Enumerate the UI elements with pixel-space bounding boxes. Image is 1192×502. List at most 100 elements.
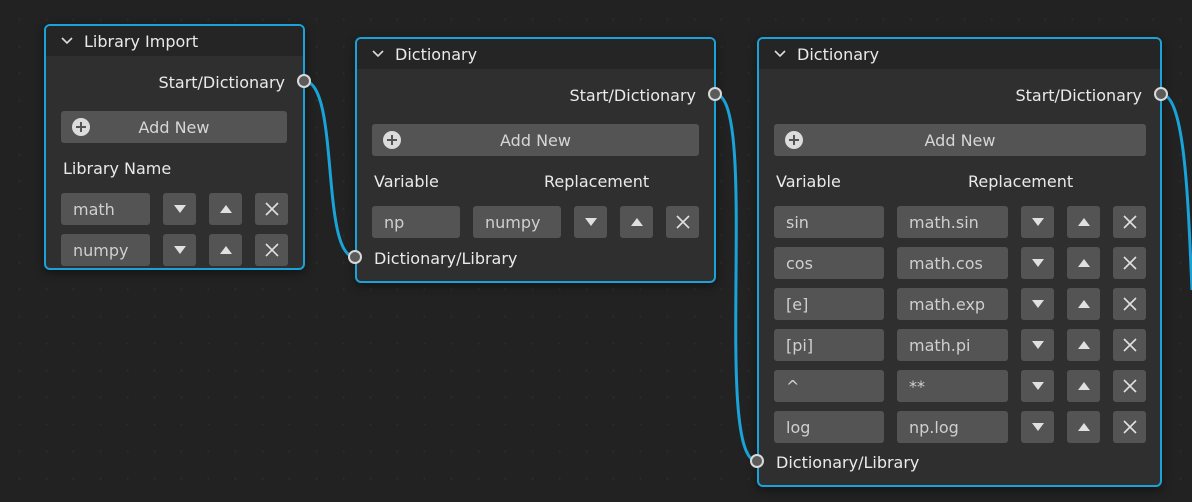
variable-field[interactable]: cos — [774, 247, 884, 279]
x-icon — [1122, 215, 1137, 229]
plus-circle-icon — [383, 131, 401, 149]
x-icon — [1122, 297, 1137, 311]
dictionary-node-2[interactable]: Dictionary Start/Dictionary Add New Vari… — [757, 37, 1162, 487]
variable-field[interactable]: [e] — [774, 288, 884, 320]
variable-field[interactable]: ^ — [774, 370, 884, 402]
x-icon — [1122, 338, 1137, 352]
input-socket-label: Dictionary/Library — [374, 249, 518, 268]
move-down-button[interactable] — [1021, 329, 1054, 361]
move-up-button[interactable] — [209, 234, 242, 266]
output-socket[interactable] — [708, 87, 722, 101]
library-name-field[interactable]: numpy — [61, 234, 150, 266]
remove-button[interactable] — [1113, 288, 1146, 320]
output-socket[interactable] — [297, 74, 311, 88]
add-new-label: Add New — [138, 117, 210, 137]
remove-button[interactable] — [666, 206, 699, 238]
x-icon — [675, 215, 690, 229]
variable-field[interactable]: [pi] — [774, 329, 884, 361]
move-up-button[interactable] — [1067, 370, 1100, 402]
add-new-button[interactable]: Add New — [61, 111, 287, 143]
node-title: Library Import — [84, 31, 199, 51]
add-new-label: Add New — [924, 130, 996, 150]
move-up-button[interactable] — [620, 206, 653, 238]
library-import-node[interactable]: Library Import Start/Dictionary Add New … — [44, 24, 305, 270]
library-name-field[interactable]: math — [61, 193, 150, 225]
triangle-up-icon — [1077, 382, 1090, 390]
x-icon — [1122, 420, 1137, 434]
move-down-button[interactable] — [1021, 288, 1054, 320]
move-up-button[interactable] — [1067, 411, 1100, 443]
triangle-down-icon — [584, 218, 597, 226]
link-dictionary2-out — [1160, 92, 1192, 291]
variable-field[interactable]: log — [774, 411, 884, 443]
replacement-header: Replacement — [544, 172, 650, 191]
remove-button[interactable] — [1113, 329, 1146, 361]
variable-header: Variable — [374, 172, 439, 191]
move-down-button[interactable] — [1021, 370, 1054, 402]
replacement-field[interactable]: numpy — [473, 206, 561, 238]
add-new-label: Add New — [500, 130, 571, 150]
remove-button[interactable] — [1113, 411, 1146, 443]
triangle-up-icon — [1077, 423, 1090, 431]
move-up-button[interactable] — [1067, 206, 1100, 238]
chevron-down-icon[interactable] — [773, 47, 787, 61]
move-down-button[interactable] — [1021, 206, 1054, 238]
replacement-field[interactable]: ** — [897, 370, 1008, 402]
chevron-down-icon[interactable] — [371, 47, 385, 61]
link-dictionary1-to-dictionary2 — [714, 92, 758, 463]
triangle-down-icon — [1031, 341, 1044, 349]
add-new-button[interactable]: Add New — [774, 124, 1146, 156]
move-down-button[interactable] — [163, 193, 196, 225]
replacement-field[interactable]: math.exp — [897, 288, 1008, 320]
move-down-button[interactable] — [1021, 247, 1054, 279]
move-up-button[interactable] — [1067, 288, 1100, 320]
node-title: Dictionary — [395, 44, 478, 64]
triangle-down-icon — [1031, 382, 1044, 390]
triangle-up-icon — [219, 205, 232, 213]
x-icon — [1122, 379, 1137, 393]
replacement-header: Replacement — [968, 172, 1074, 191]
x-icon — [264, 243, 279, 257]
remove-button[interactable] — [255, 193, 288, 225]
variable-field[interactable]: sin — [774, 206, 884, 238]
triangle-down-icon — [173, 246, 186, 254]
node-title: Dictionary — [797, 44, 880, 64]
triangle-down-icon — [1031, 218, 1044, 226]
triangle-down-icon — [1031, 423, 1044, 431]
output-socket[interactable] — [1154, 87, 1168, 101]
dictionary-node-1[interactable]: Dictionary Start/Dictionary Add New Vari… — [355, 37, 716, 283]
input-socket[interactable] — [348, 250, 362, 264]
chevron-down-icon[interactable] — [60, 34, 74, 48]
remove-button[interactable] — [255, 234, 288, 266]
remove-button[interactable] — [1113, 206, 1146, 238]
node-header[interactable]: Dictionary — [759, 39, 1160, 69]
input-socket[interactable] — [750, 454, 764, 468]
move-down-button[interactable] — [574, 206, 607, 238]
x-icon — [264, 202, 279, 216]
replacement-field[interactable]: np.log — [897, 411, 1008, 443]
plus-circle-icon — [785, 131, 803, 149]
replacement-field[interactable]: math.cos — [897, 247, 1008, 279]
triangle-up-icon — [630, 218, 643, 226]
library-name-header: Library Name — [63, 159, 172, 178]
output-socket-label: Start/Dictionary — [569, 86, 696, 105]
remove-button[interactable] — [1113, 247, 1146, 279]
node-header[interactable]: Dictionary — [357, 39, 714, 69]
move-down-button[interactable] — [1021, 411, 1054, 443]
remove-button[interactable] — [1113, 370, 1146, 402]
move-up-button[interactable] — [209, 193, 242, 225]
move-up-button[interactable] — [1067, 247, 1100, 279]
move-up-button[interactable] — [1067, 329, 1100, 361]
variable-field[interactable]: np — [372, 206, 460, 238]
add-new-button[interactable]: Add New — [372, 124, 699, 156]
variable-header: Variable — [776, 172, 841, 191]
triangle-down-icon — [1031, 300, 1044, 308]
move-down-button[interactable] — [163, 234, 196, 266]
node-header[interactable]: Library Import — [46, 26, 303, 56]
replacement-field[interactable]: math.pi — [897, 329, 1008, 361]
triangle-up-icon — [219, 246, 232, 254]
plus-circle-icon — [72, 118, 90, 136]
output-socket-label: Start/Dictionary — [158, 73, 285, 92]
output-socket-label: Start/Dictionary — [1015, 86, 1142, 105]
replacement-field[interactable]: math.sin — [897, 206, 1008, 238]
